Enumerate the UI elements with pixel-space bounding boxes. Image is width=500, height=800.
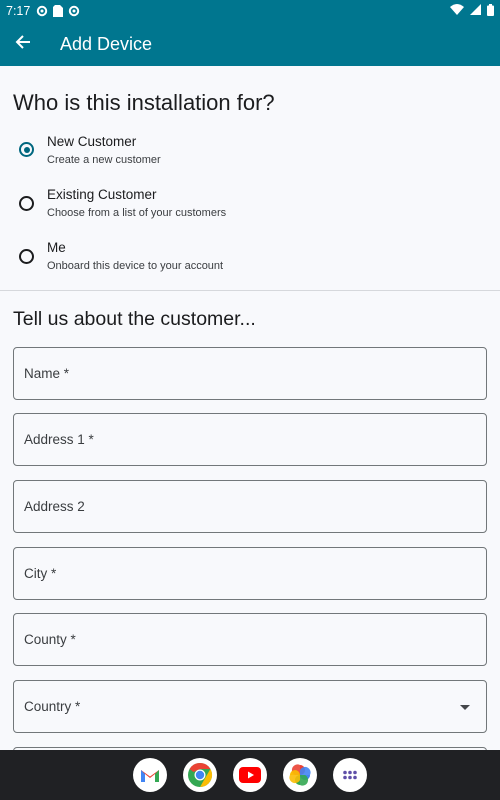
status-time: 7:17 — [6, 4, 31, 18]
address1-input[interactable] — [14, 414, 486, 465]
youtube-icon[interactable] — [233, 758, 267, 792]
status-bar: 7:17 — [0, 0, 500, 22]
radio-description: Onboard this device to your account — [47, 260, 224, 272]
radio-option-new-customer[interactable]: New Customer Create a new customer — [0, 130, 500, 180]
address2-field[interactable] — [13, 480, 487, 533]
county-field[interactable] — [13, 613, 487, 666]
installation-heading: Who is this installation for? — [13, 90, 275, 115]
radio-description: Create a new customer — [47, 154, 161, 166]
radio-option-existing-customer[interactable]: Existing Customer Choose from a list of … — [0, 184, 500, 234]
country-dropdown[interactable] — [13, 680, 487, 733]
cellular-signal-icon — [470, 4, 481, 18]
name-field[interactable] — [13, 347, 487, 400]
radio-button-me[interactable] — [19, 249, 34, 264]
radio-button-existing-customer[interactable] — [19, 196, 34, 211]
radio-button-new-customer[interactable] — [19, 142, 34, 157]
radio-label: New Customer — [47, 134, 137, 149]
form-content[interactable]: Who is this installation for? New Custom… — [0, 66, 500, 750]
settings-status-icon — [36, 5, 48, 17]
address1-field[interactable] — [13, 413, 487, 466]
settings-status-icon-2 — [68, 5, 80, 17]
county-input[interactable] — [14, 614, 486, 665]
taskbar-dock — [0, 750, 500, 800]
radio-label: Me — [47, 240, 66, 255]
section-divider — [0, 290, 500, 291]
customer-heading: Tell us about the customer... — [13, 308, 256, 330]
sim-card-icon — [53, 5, 64, 17]
app-bar-title: Add Device — [60, 33, 153, 54]
arrow-back-icon — [15, 34, 31, 55]
city-input[interactable] — [14, 548, 486, 599]
address2-input[interactable] — [14, 481, 486, 532]
city-field[interactable] — [13, 547, 487, 600]
radio-option-me[interactable]: Me Onboard this device to your account — [0, 237, 500, 287]
chrome-icon[interactable] — [183, 758, 217, 792]
radio-label: Existing Customer — [47, 187, 157, 202]
photos-icon[interactable] — [283, 758, 317, 792]
gmail-icon[interactable] — [133, 758, 167, 792]
country-input[interactable] — [14, 681, 486, 732]
dropdown-arrow-icon — [460, 705, 470, 710]
back-button[interactable] — [0, 22, 46, 66]
app-bar: Add Device — [0, 22, 500, 66]
radio-description: Choose from a list of your customers — [47, 207, 227, 219]
battery-icon — [487, 3, 494, 19]
wifi-icon — [450, 4, 464, 18]
name-input[interactable] — [14, 348, 486, 399]
app-drawer-icon[interactable] — [333, 758, 367, 792]
